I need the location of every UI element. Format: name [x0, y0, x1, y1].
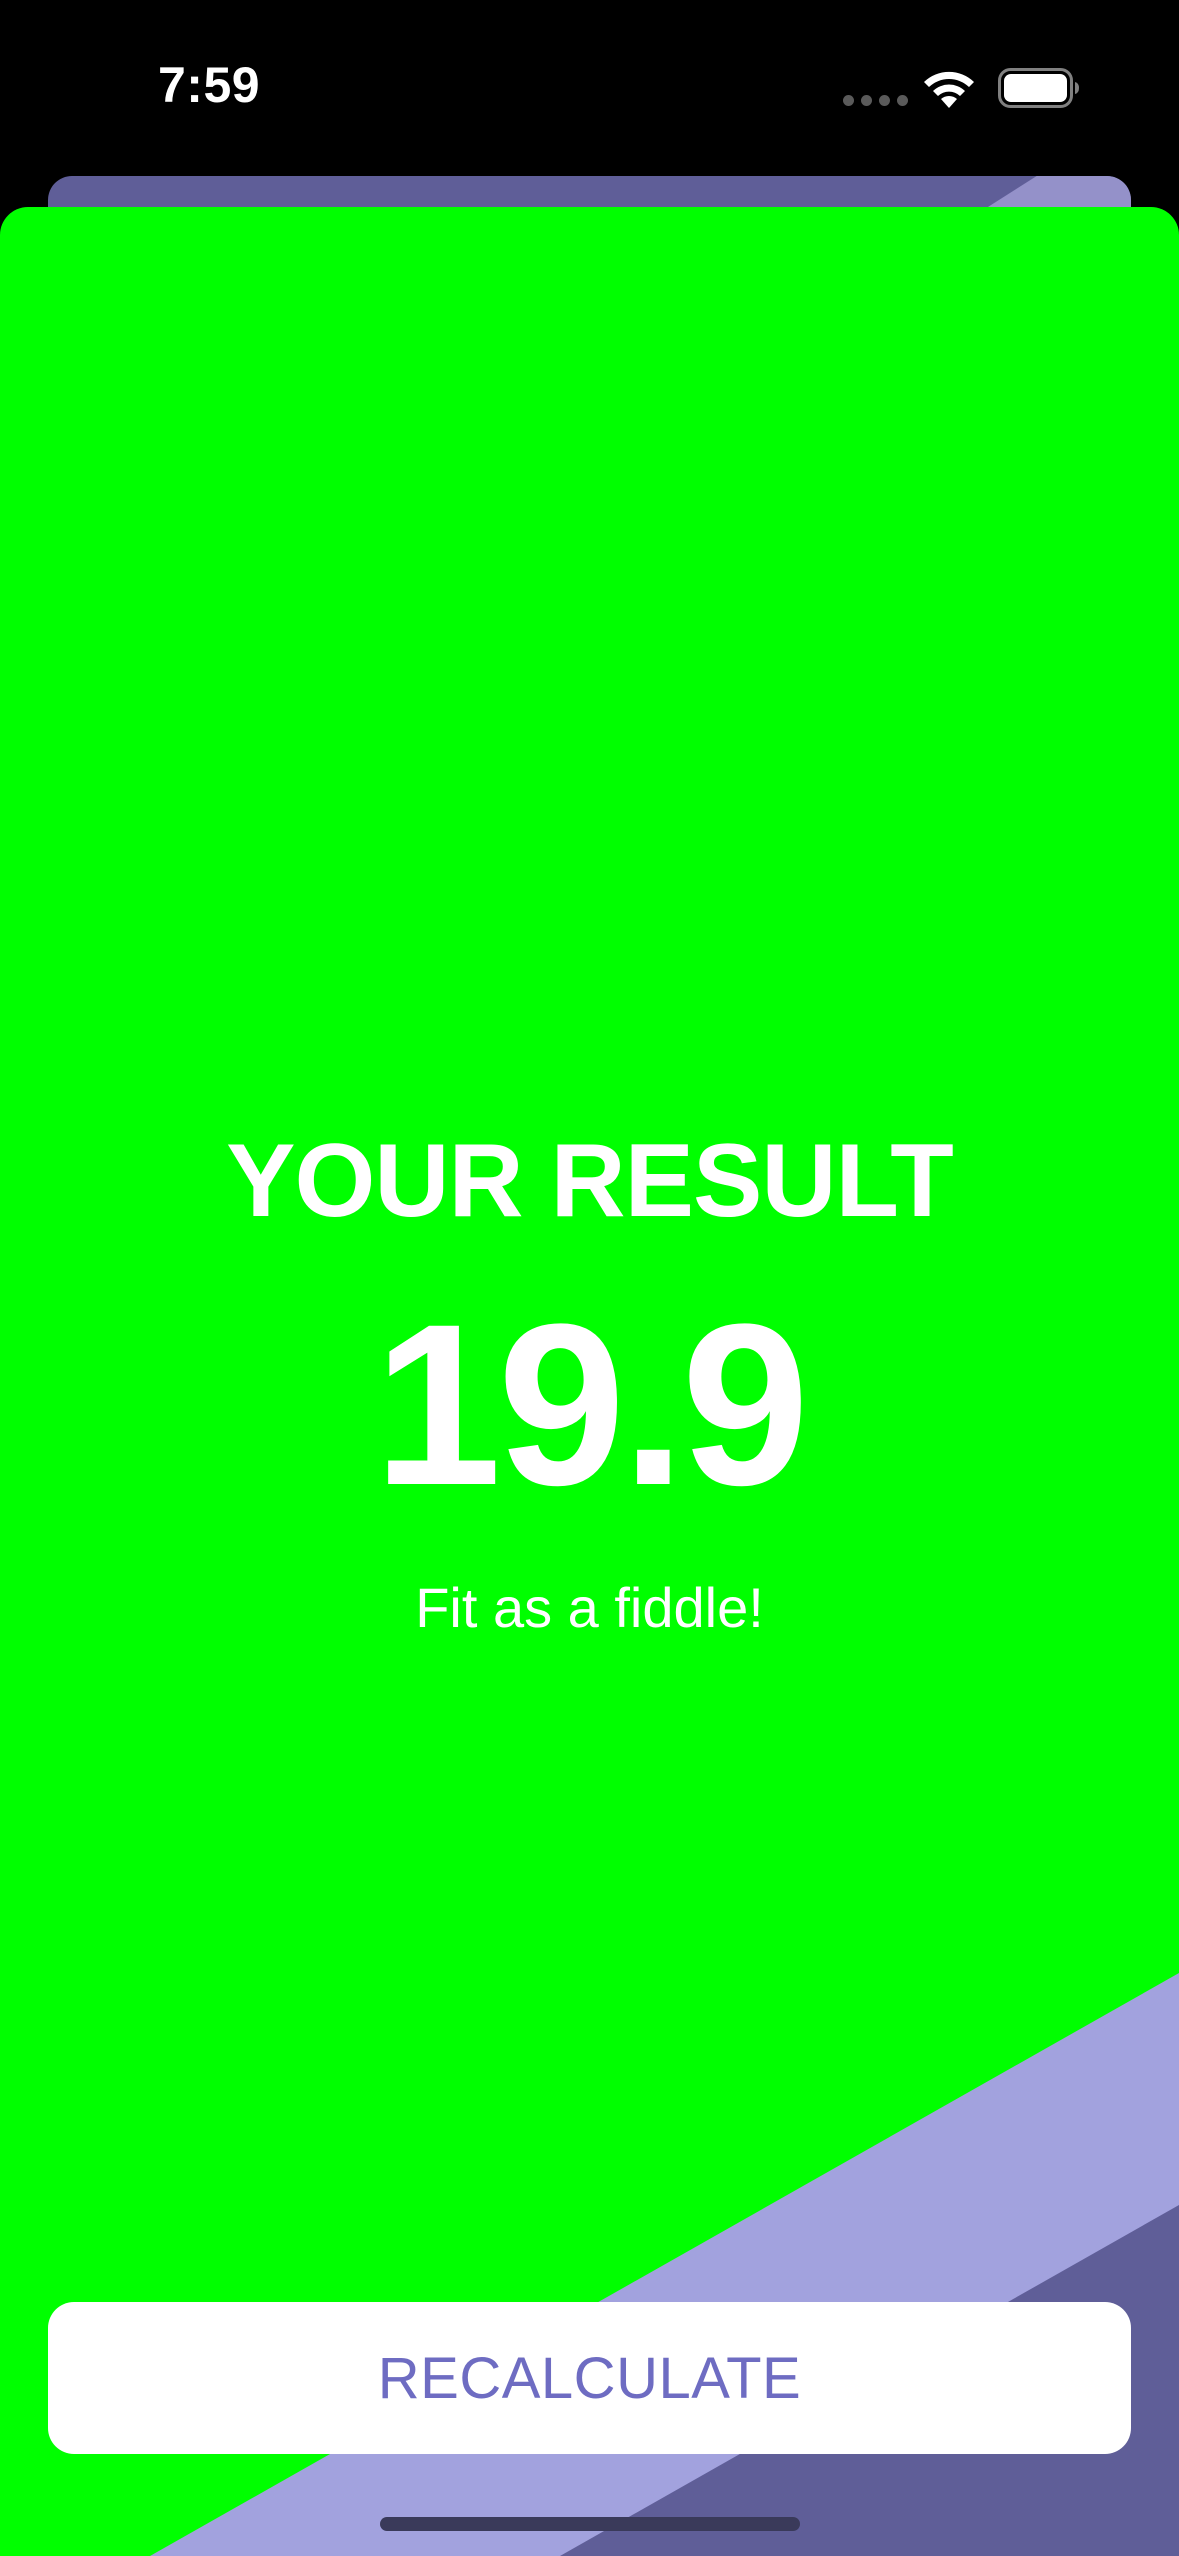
result-advice: Fit as a fiddle! [415, 1576, 764, 1639]
result-screen: 7:59 YOUR RESULT 19.9 Fit as a fiddle! R… [0, 0, 1179, 2556]
status-time: 7:59 [158, 57, 261, 113]
signal-dots-icon [843, 95, 908, 106]
wifi-icon [924, 71, 974, 108]
battery-icon [998, 68, 1079, 108]
recalculate-button[interactable]: RECALCULATE [48, 2302, 1131, 2454]
status-bar: 7:59 [0, 0, 1179, 175]
result-sheet: YOUR RESULT 19.9 Fit as a fiddle! RECALC… [0, 207, 1179, 2556]
bmi-value: 19.9 [373, 1276, 810, 1533]
home-indicator[interactable] [380, 2517, 800, 2531]
result-title: YOUR RESULT [226, 1123, 954, 1239]
